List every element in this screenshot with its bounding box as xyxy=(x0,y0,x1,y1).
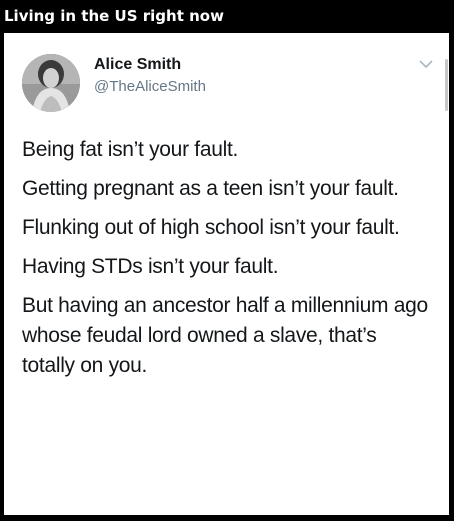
author-handle[interactable]: @TheAliceSmith xyxy=(94,78,206,95)
tweet-paragraph: Flunking out of high school isn’t your f… xyxy=(22,216,400,239)
scrollbar-thumb[interactable] xyxy=(445,59,448,111)
meme-caption: Living in the US right now xyxy=(0,0,454,33)
tweet-paragraph: Being fat isn’t your fault. xyxy=(22,138,239,161)
tweet-paragraph: Getting pregnant as a teen isn’t your fa… xyxy=(22,177,399,200)
avatar-photo xyxy=(22,54,80,112)
tweet-paragraph: But having an ancestor half a millennium… xyxy=(22,294,428,377)
tweet-text: Being fat isn’t your fault. Getting preg… xyxy=(22,135,432,390)
avatar[interactable] xyxy=(22,54,80,112)
scrollbar[interactable] xyxy=(443,37,449,127)
tweet-paragraph: Having STDs isn’t your fault. xyxy=(22,255,279,278)
chevron-down-icon[interactable] xyxy=(419,59,433,69)
author-name[interactable]: Alice Smith xyxy=(94,56,181,74)
tweet-card: Alice Smith @TheAliceSmith Being fat isn… xyxy=(4,33,449,515)
